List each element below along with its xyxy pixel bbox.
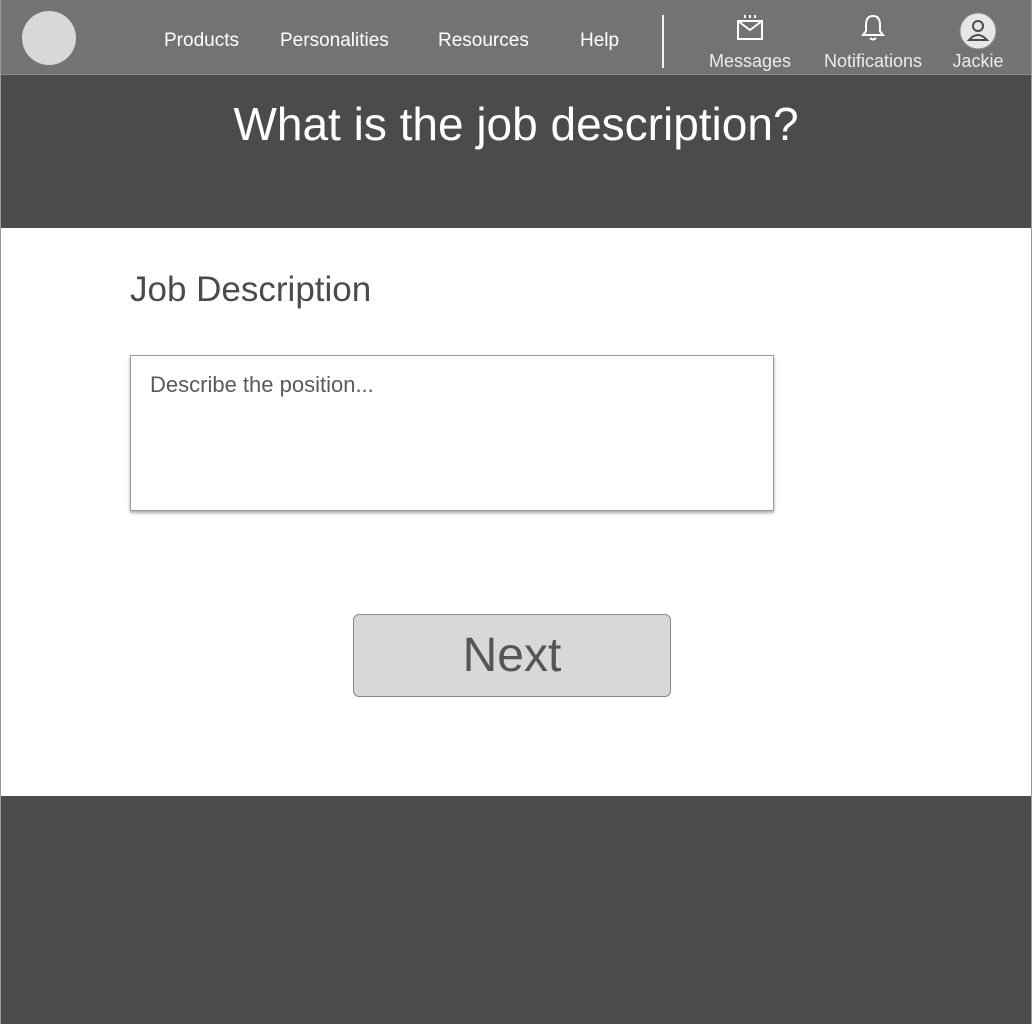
mail-icon	[737, 15, 763, 40]
notifications-label: Notifications	[823, 51, 923, 71]
notifications-button[interactable]: Notifications	[818, 12, 928, 72]
user-name-label: Jackie	[952, 51, 1004, 71]
nav-link-products[interactable]: Products	[164, 30, 239, 52]
form-panel: Job Description Next	[1, 228, 1031, 796]
frame-border-left	[0, 0, 1, 1024]
job-description-label: Job Description	[130, 270, 372, 309]
user-avatar-icon	[959, 12, 997, 50]
hero-banner: What is the job description?	[0, 75, 1032, 228]
footer	[0, 796, 1032, 1024]
messages-button[interactable]: Messages	[704, 12, 796, 72]
next-button[interactable]: Next	[353, 614, 671, 697]
bell-icon	[861, 14, 885, 41]
top-navigation-bar: Products Personalities Resources Help Me…	[0, 0, 1032, 75]
page-title: What is the job description?	[233, 98, 799, 150]
messages-label: Messages	[708, 51, 792, 71]
nav-link-personalities[interactable]: Personalities	[280, 30, 389, 52]
nav-link-help[interactable]: Help	[580, 30, 619, 52]
logo[interactable]	[22, 11, 76, 65]
nav-link-resources[interactable]: Resources	[438, 30, 529, 52]
profile-button[interactable]: Jackie	[946, 12, 1010, 72]
job-description-field[interactable]	[130, 355, 774, 511]
nav-divider	[662, 15, 664, 68]
